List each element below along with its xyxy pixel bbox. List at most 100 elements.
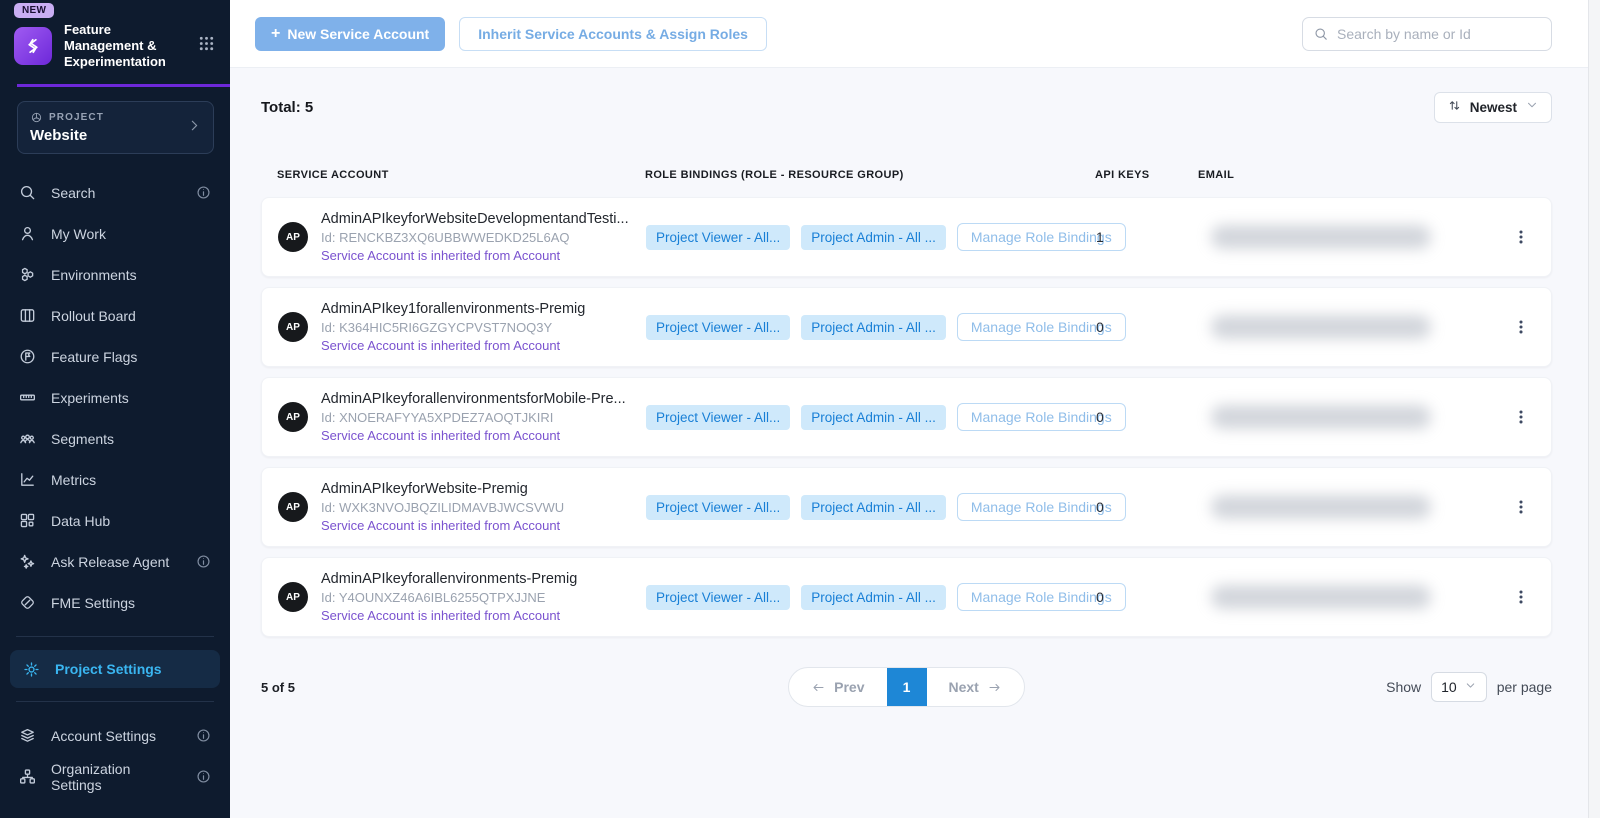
avatar: AP [278,312,308,342]
info-icon[interactable] [195,727,212,744]
search-field[interactable] [1302,17,1552,51]
org-chart-icon [18,767,37,786]
row-menu-kebab-icon[interactable] [1512,498,1530,516]
sidebar-item-rollout-board[interactable]: Rollout Board [0,295,230,336]
service-account-id: Id: XNOERAFYYA5XPDEZ7AOQTJKIRI [321,410,626,425]
scrollbar-track[interactable] [1588,0,1600,818]
sidebar-item-account-settings[interactable]: Account Settings [0,715,230,756]
api-keys-count: 1 [1096,229,1199,245]
project-selector[interactable]: PROJECT Website [17,101,214,154]
search-icon [1313,26,1329,42]
info-icon[interactable] [195,553,212,570]
email-redacted [1211,495,1431,519]
page-size-select[interactable]: 10 [1431,672,1487,702]
total-count: Total: 5 [261,99,313,116]
sidebar-divider [16,701,214,702]
role-binding-badge: Project Admin - All ... [801,495,946,520]
inherited-note: Service Account is inherited from Accoun… [321,428,626,443]
new-service-account-label: New Service Account [287,26,429,42]
next-page-button[interactable]: Next [927,679,1024,695]
prev-label: Prev [834,679,864,695]
service-account-name: AdminAPIkeyforWebsiteDevelopmentandTesti… [321,211,629,227]
sidebar-item-my-work[interactable]: My Work [0,213,230,254]
inherited-note: Service Account is inherited from Accoun… [321,608,577,623]
sidebar-item-label: Organization Settings [51,761,181,793]
role-binding-badge: Project Admin - All ... [801,585,946,610]
prev-page-button[interactable]: Prev [789,679,886,695]
table-row: AP AdminAPIkeyforallenvironmentsforMobil… [261,377,1552,457]
sidebar-item-label: Project Settings [55,661,162,677]
project-eyebrow-label: PROJECT [49,112,104,123]
pagination-pill: Prev 1 Next [788,667,1025,707]
user-icon [18,224,37,243]
hexagons-icon [18,265,37,284]
service-account-id: Id: K364HIC5RI6GZGYCPVST7NOQ3Y [321,320,585,335]
project-icon [30,111,43,124]
new-service-account-button[interactable]: + New Service Account [255,17,445,51]
page-size-value: 10 [1441,679,1457,695]
sort-dropdown[interactable]: Newest [1434,92,1552,123]
page-number-button[interactable]: 1 [887,667,927,707]
row-menu-kebab-icon[interactable] [1512,408,1530,426]
avatar: AP [278,492,308,522]
app-logo [14,27,52,65]
inherit-service-accounts-button[interactable]: Inherit Service Accounts & Assign Roles [459,17,767,51]
brand-underline [17,84,230,87]
gear-icon [22,660,41,679]
sidebar-item-search[interactable]: Search [0,172,230,213]
sidebar-item-label: Metrics [51,472,96,488]
avatar: AP [278,582,308,612]
sidebar: NEW Feature Management & Experimentation… [0,0,230,818]
sidebar-item-project-settings[interactable]: Project Settings [10,650,220,688]
apps-grid-icon[interactable] [197,34,216,58]
sort-value: Newest [1470,100,1517,115]
data-hub-grid-icon [18,511,37,530]
info-icon[interactable] [195,184,212,201]
topbar: + New Service Account Inherit Service Ac… [230,0,1600,68]
avatar: AP [278,222,308,252]
sidebar-item-fme-settings[interactable]: FME Settings [0,582,230,623]
service-account-name: AdminAPIkeyforallenvironments-Premig [321,571,577,587]
sidebar-item-label: Feature Flags [51,349,137,365]
role-binding-badge: Project Viewer - All... [646,405,790,430]
row-menu-kebab-icon[interactable] [1512,318,1530,336]
api-keys-count: 0 [1096,319,1199,335]
sidebar-item-data-hub[interactable]: Data Hub [0,500,230,541]
search-input[interactable] [1337,26,1541,42]
api-keys-count: 0 [1096,409,1199,425]
service-account-id: Id: WXK3NVOJBQZILIDMAVBJWCSVWU [321,500,564,515]
col-header-role-bindings: ROLE BINDINGS (ROLE - RESOURCE GROUP) [645,169,1095,181]
content: Total: 5 Newest SERVICE ACCOUNT ROLE BIN… [230,68,1600,707]
project-name: Website [30,127,201,144]
sidebar-item-label: Environments [51,267,137,283]
sidebar-item-feature-flags[interactable]: Feature Flags [0,336,230,377]
sidebar-item-label: FME Settings [51,595,135,611]
table-row: AP AdminAPIkeyforWebsite-Premig Id: WXK3… [261,467,1552,547]
sidebar-item-organization-settings[interactable]: Organization Settings [0,756,230,797]
sidebar-item-ask-release-agent[interactable]: Ask Release Agent [0,541,230,582]
table-row: AP AdminAPIkeyforWebsiteDevelopmentandTe… [261,197,1552,277]
role-binding-badge: Project Viewer - All... [646,495,790,520]
sidebar-item-metrics[interactable]: Metrics [0,459,230,500]
sidebar-item-environments[interactable]: Environments [0,254,230,295]
app-title: Feature Management & Experimentation [64,22,182,70]
row-menu-kebab-icon[interactable] [1512,588,1530,606]
line-chart-icon [18,470,37,489]
sort-arrows-icon [1447,98,1462,118]
sidebar-item-label: Segments [51,431,114,447]
service-account-id: Id: RENCKBZ3XQ6UBBWWEDKD25L6AQ [321,230,629,245]
row-menu-kebab-icon[interactable] [1512,228,1530,246]
fme-diamond-icon [18,593,37,612]
info-icon[interactable] [195,768,212,785]
col-header-api-keys: API KEYS [1095,169,1198,181]
next-label: Next [949,679,979,695]
app-brand: NEW Feature Management & Experimentation [0,0,230,80]
sidebar-item-experiments[interactable]: Experiments [0,377,230,418]
layers-gear-icon [18,726,37,745]
role-binding-badge: Project Viewer - All... [646,315,790,340]
sidebar-item-segments[interactable]: Segments [0,418,230,459]
role-binding-badge: Project Admin - All ... [801,225,946,250]
service-account-id: Id: Y4OUNXZ46A6IBL6255QTPXJJNE [321,590,577,605]
role-binding-badge: Project Viewer - All... [646,225,790,250]
sidebar-divider [16,636,214,637]
